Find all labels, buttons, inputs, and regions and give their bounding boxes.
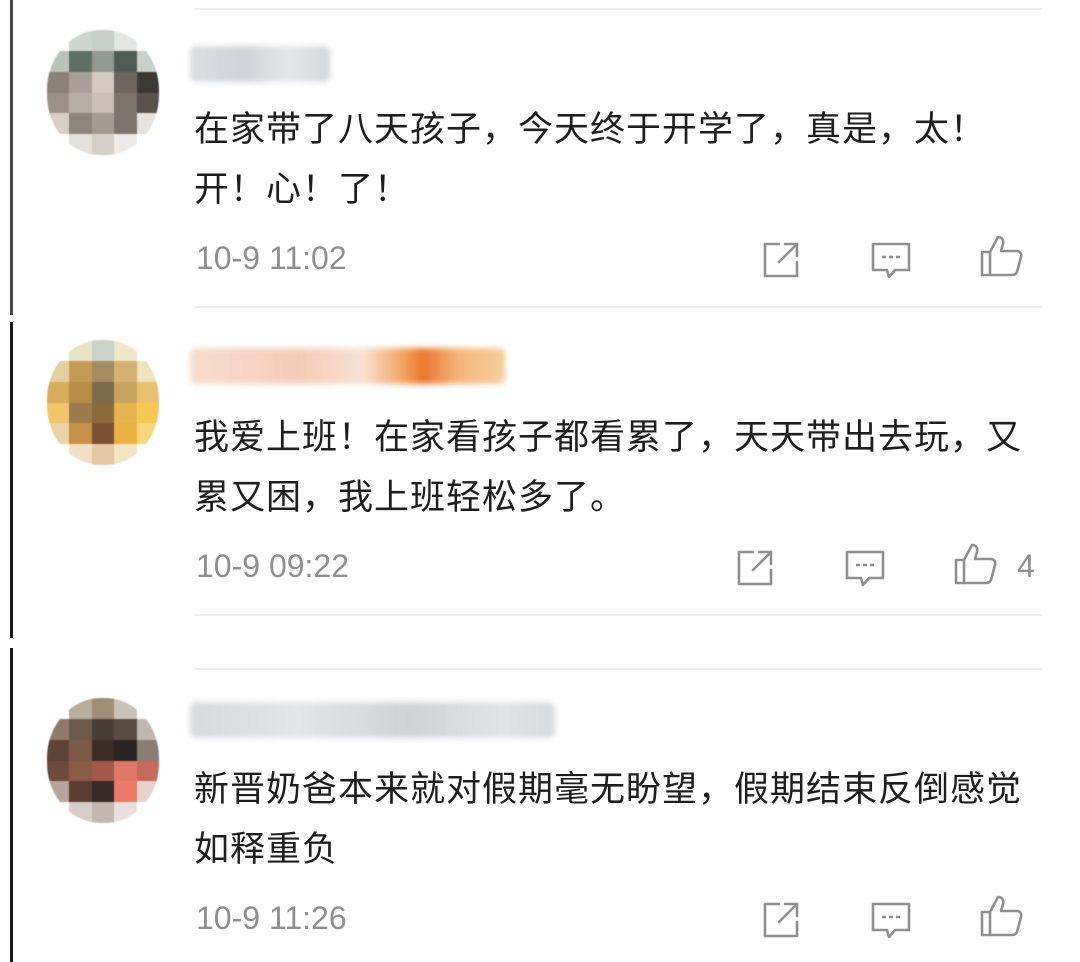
username[interactable] (190, 348, 505, 384)
avatar[interactable] (47, 30, 159, 155)
comment-icon[interactable] (867, 236, 915, 284)
comment-icon[interactable] (841, 544, 889, 592)
avatar[interactable] (47, 698, 159, 823)
comment-text: 新晋奶爸本来就对假期毫无盼望，假期结束反倒感觉如释重负 (194, 770, 1023, 870)
comment-item: 我爱上班！在家看孩子都看累了，天天带出去玩，又累又困，我上班轻松多了。 10-9… (0, 322, 1080, 638)
comment-text: 在家带了八天孩子，今天终于开学了，真是，太！开！心！了！ (194, 110, 987, 210)
comment-item: 新晋奶爸本来就对假期毫无盼望，假期结束反倒感觉如释重负 10-9 11:26 (0, 648, 1080, 962)
divider (195, 614, 1042, 616)
comment-time: 10-9 11:02 (196, 240, 347, 276)
comment-time: 10-9 09:22 (196, 548, 350, 584)
username[interactable] (190, 46, 330, 82)
thumbs-up-icon[interactable] (951, 540, 999, 588)
like-count: 4 (1017, 548, 1035, 584)
comment-list: 在家带了八天孩子，今天终于开学了，真是，太！开！心！了！ 10-9 11:02 (0, 0, 1080, 962)
comment-time: 10-9 11:26 (196, 900, 347, 936)
comment-text: 我爱上班！在家看孩子都看累了，天天带出去玩，又累又困，我上班轻松多了。 (194, 418, 1023, 518)
share-icon[interactable] (757, 236, 805, 284)
comment-icon[interactable] (867, 896, 915, 944)
divider (195, 306, 1042, 308)
share-icon[interactable] (731, 544, 779, 592)
username[interactable] (190, 702, 555, 738)
thumbs-up-icon[interactable] (977, 892, 1025, 940)
avatar[interactable] (47, 340, 159, 465)
comment-item: 在家带了八天孩子，今天终于开学了，真是，太！开！心！了！ 10-9 11:02 (0, 0, 1080, 310)
thumbs-up-icon[interactable] (977, 232, 1025, 280)
share-icon[interactable] (757, 896, 805, 944)
